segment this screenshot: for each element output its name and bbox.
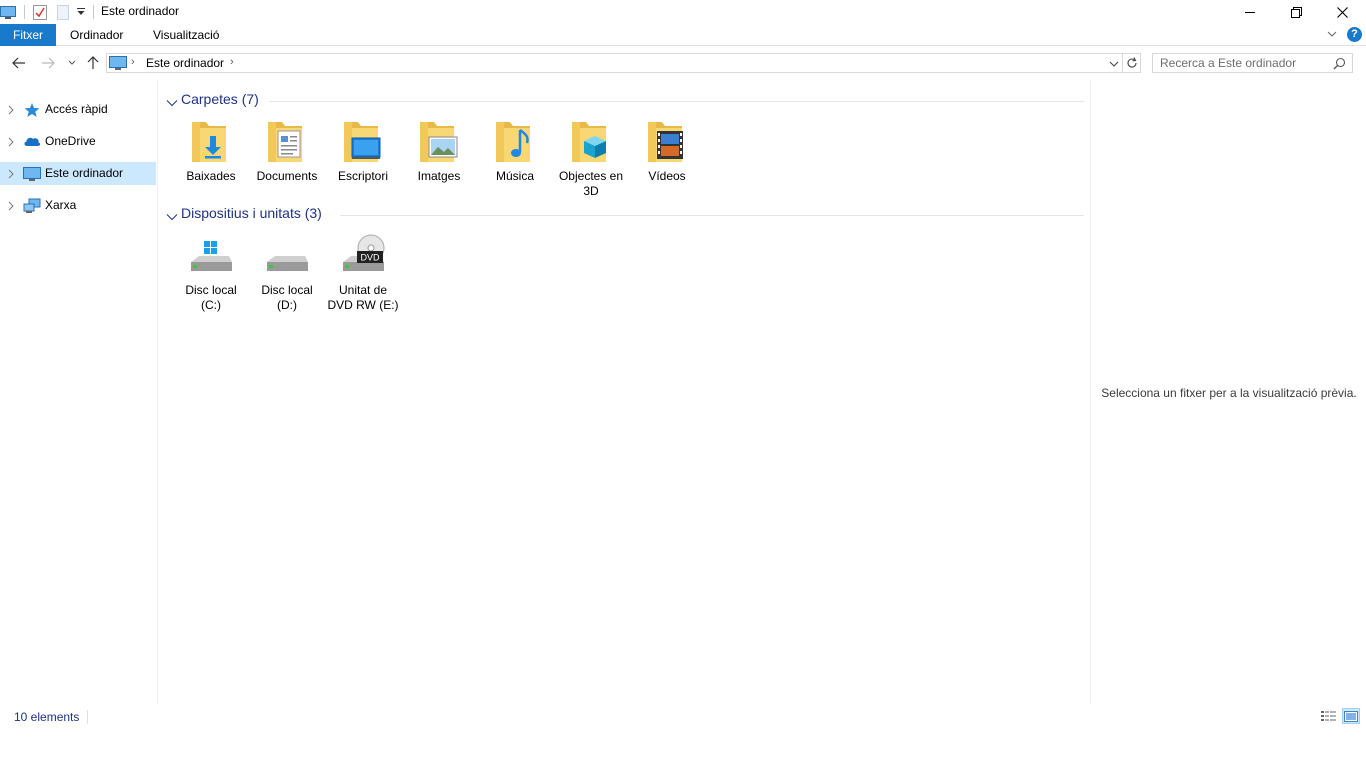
minimize-icon	[1245, 12, 1255, 13]
tile-label: Unitat de DVD RW (E:)	[327, 283, 399, 312]
chevron-down-icon[interactable]	[166, 210, 178, 224]
computer-icon	[23, 166, 41, 185]
breadcrumb-item[interactable]: Este ordinador	[146, 56, 224, 70]
restore-icon	[1290, 6, 1302, 18]
details-view-button[interactable]	[1320, 708, 1338, 724]
expand-ribbon-icon[interactable]	[1326, 28, 1338, 43]
search-icon[interactable]	[1333, 57, 1346, 73]
dvd-badge: DVD	[360, 253, 380, 263]
refresh-button[interactable]	[1123, 53, 1141, 73]
network-icon	[23, 198, 41, 217]
dvd-drive-icon: DVD	[340, 232, 386, 280]
cloud-icon	[23, 134, 41, 151]
sidebar-item-label: Xarxa	[45, 198, 77, 212]
close-icon	[1336, 6, 1348, 18]
tile-label: Vídeos	[648, 169, 686, 183]
tile-label: Objectes en 3D	[558, 169, 624, 198]
drive-icon	[264, 232, 310, 280]
group-label: Carpetes (7)	[181, 91, 259, 107]
forward-button[interactable]	[39, 55, 57, 71]
chevron-down-icon	[68, 60, 76, 65]
properties-icon[interactable]	[33, 3, 47, 21]
status-divider	[87, 710, 88, 724]
arrow-up-icon	[87, 56, 99, 69]
music-folder-icon	[492, 118, 538, 166]
group-label: Dispositius i unitats (3)	[181, 205, 322, 221]
chevron-right-icon[interactable]	[7, 104, 15, 118]
system-drive-icon	[188, 232, 234, 280]
customize-quick-access-dropdown-icon[interactable]	[76, 6, 86, 24]
chevron-right-icon[interactable]	[7, 200, 15, 214]
tile-label: Documents	[256, 169, 318, 183]
preview-pane: Selecciona un fitxer per a la visualitza…	[1090, 80, 1366, 704]
item-count: 10 elements	[14, 710, 80, 724]
arrow-right-icon	[42, 57, 55, 69]
status-bar: 10 elements	[0, 704, 1366, 730]
arrow-left-icon	[12, 57, 25, 69]
computer-icon[interactable]	[0, 3, 16, 21]
search-input[interactable]	[1160, 56, 1330, 70]
chevron-down-icon[interactable]	[166, 96, 178, 110]
tab-file[interactable]: Fitxer	[0, 24, 56, 46]
pictures-folder-icon	[416, 118, 462, 166]
restore-button[interactable]	[1273, 0, 1319, 24]
tab-view[interactable]: Visualització	[139, 24, 233, 46]
file-list: Carpetes (7) Baixades Documents Escripto…	[159, 80, 1089, 704]
breadcrumb-separator-icon[interactable]: ›	[131, 56, 135, 68]
sidebar-item-quick-access[interactable]: Accés ràpid	[0, 98, 156, 121]
tile-label: Baixades	[186, 169, 236, 183]
tile-label: Música	[495, 169, 534, 183]
up-button[interactable]	[84, 55, 102, 71]
title-bar: Este ordinador	[0, 0, 1366, 24]
window-title: Este ordinador	[101, 4, 180, 18]
chevron-right-icon[interactable]	[7, 168, 15, 182]
sidebar-item-onedrive[interactable]: OneDrive	[0, 130, 156, 153]
computer-icon	[109, 55, 127, 74]
videos-folder-icon	[644, 118, 690, 166]
large-icons-view-button[interactable]	[1342, 708, 1360, 724]
preview-message: Selecciona un fitxer per a la visualitza…	[1101, 386, 1357, 400]
recent-locations-button[interactable]	[63, 55, 81, 71]
desktop-folder-icon	[340, 118, 386, 166]
group-divider	[269, 101, 1084, 102]
ribbon-tabs: Fitxer Ordinador Visualització ?	[0, 24, 1366, 46]
tile-label: Escriptori	[337, 169, 388, 183]
chevron-right-icon[interactable]	[7, 136, 15, 150]
large-icons-view-icon	[1344, 710, 1358, 722]
sidebar-item-network[interactable]: Xarxa	[0, 194, 156, 217]
sidebar-item-label: OneDrive	[45, 134, 96, 148]
close-button[interactable]	[1319, 0, 1365, 24]
group-header-folders[interactable]: Carpetes (7)	[159, 89, 1084, 113]
help-icon[interactable]: ?	[1347, 27, 1362, 42]
toolbar-divider	[93, 5, 94, 19]
sidebar-item-label: Accés ràpid	[45, 102, 108, 116]
sidebar-item-this-pc[interactable]: Este ordinador	[0, 162, 156, 185]
group-header-devices[interactable]: Dispositius i unitats (3)	[159, 203, 1084, 227]
address-bar[interactable]: › Este ordinador ›	[106, 53, 1123, 73]
tile-label: Imatges	[417, 169, 461, 183]
tab-computer[interactable]: Ordinador	[56, 24, 137, 46]
navigation-pane: Accés ràpid OneDrive Este ordinador Xarx…	[0, 80, 158, 704]
new-folder-icon[interactable]	[57, 3, 69, 21]
documents-folder-icon	[264, 118, 310, 166]
group-divider	[340, 215, 1084, 216]
breadcrumb-separator-icon[interactable]: ›	[230, 56, 234, 68]
refresh-icon	[1127, 57, 1137, 68]
tile-label: Disc local (D:)	[261, 283, 313, 312]
sidebar-item-label: Este ordinador	[45, 166, 124, 180]
navigation-bar: › Este ordinador ›	[0, 46, 1366, 80]
back-button[interactable]	[10, 55, 28, 71]
toolbar-divider	[24, 5, 25, 19]
downloads-folder-icon	[188, 118, 234, 166]
search-box[interactable]	[1152, 53, 1353, 73]
tile-label: Disc local (C:)	[185, 283, 237, 312]
star-icon	[23, 102, 41, 121]
minimize-button[interactable]	[1227, 0, 1273, 24]
details-view-icon	[1321, 711, 1336, 721]
address-dropdown-icon[interactable]	[1108, 58, 1120, 72]
3d-objects-folder-icon	[568, 118, 614, 166]
